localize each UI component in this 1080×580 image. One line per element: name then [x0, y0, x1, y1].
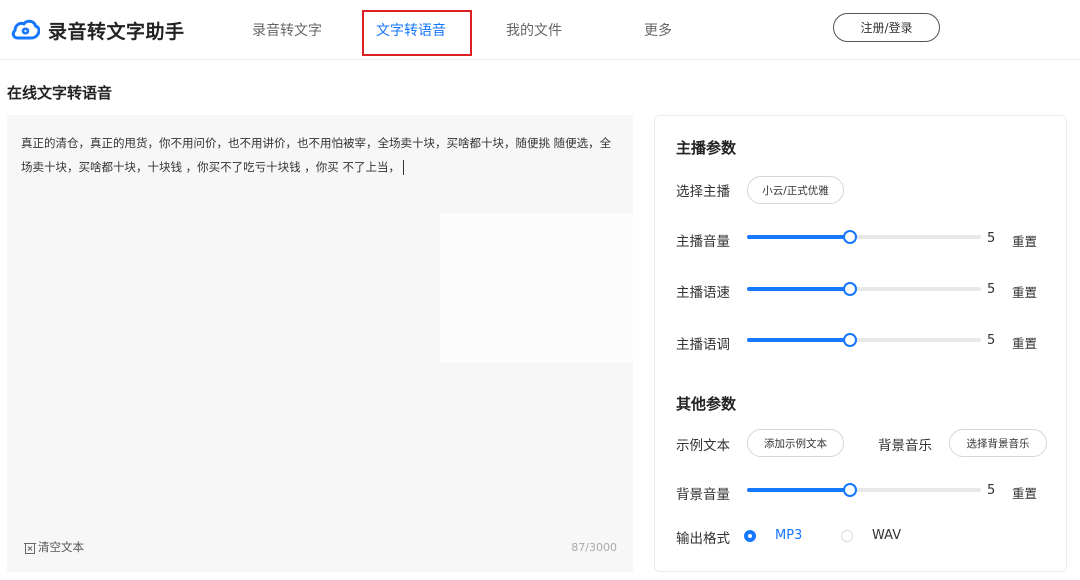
- slider-thumb[interactable]: [842, 483, 857, 497]
- sample-text-label: 示例文本: [676, 438, 730, 454]
- clear-text-button[interactable]: 清空文本: [24, 539, 84, 555]
- character-counter: 87/3000: [571, 541, 617, 554]
- radio-unselected-icon: [841, 529, 853, 542]
- anchor-volume-reset-button[interactable]: 重置: [1012, 231, 1037, 250]
- anchor-pitch-label: 主播语调: [676, 337, 730, 353]
- cloud-logo-icon: [11, 19, 40, 40]
- settings-panel: 主播参数 选择主播 小云/正式优雅 主播音量 5 重置 主播语速 5 重置 主播…: [654, 115, 1067, 572]
- slider-thumb[interactable]: [842, 333, 857, 347]
- format-wav-label: WAV: [872, 528, 902, 543]
- other-params-title: 其他参数: [676, 395, 737, 413]
- add-sample-text-button[interactable]: 添加示例文本: [747, 429, 844, 457]
- slider-thumb[interactable]: [842, 282, 857, 296]
- select-anchor-label: 选择主播: [676, 184, 730, 200]
- slider-fill: [747, 488, 850, 492]
- app-name: 录音转文字助手: [48, 20, 185, 43]
- radio-selected-icon: [744, 529, 756, 542]
- format-radio-wav[interactable]: WAV: [841, 528, 901, 543]
- anchor-pitch-value: 5: [987, 333, 996, 348]
- nav-item-more[interactable]: 更多: [644, 20, 672, 40]
- select-background-music-button[interactable]: 选择背景音乐: [949, 429, 1047, 457]
- editor-content: 真正的清仓，真正的甩货，你不用问价，也不用讲价，也不用怕被宰，全场卖十块，买啥都…: [21, 136, 612, 174]
- page-title: 在线文字转语音: [7, 84, 113, 102]
- format-radio-mp3[interactable]: MP3: [744, 528, 802, 543]
- anchor-pitch-slider[interactable]: [747, 332, 981, 348]
- output-format-label: 输出格式: [676, 531, 730, 547]
- text-input[interactable]: 真正的清仓，真正的甩货，你不用问价，也不用讲价，也不用怕被宰，全场卖十块，买啥都…: [21, 131, 621, 179]
- background-volume-label: 背景音量: [676, 487, 730, 503]
- anchor-params-title: 主播参数: [676, 139, 737, 157]
- select-anchor-button[interactable]: 小云/正式优雅: [747, 176, 844, 204]
- anchor-speed-value: 5: [987, 282, 996, 297]
- anchor-volume-label: 主播音量: [676, 234, 730, 250]
- anchor-volume-slider[interactable]: [747, 229, 981, 245]
- slider-fill: [747, 235, 850, 239]
- editor-shading-patch: [440, 213, 633, 363]
- background-volume-reset-button[interactable]: 重置: [1012, 483, 1037, 502]
- slider-fill: [747, 338, 850, 342]
- anchor-pitch-reset-button[interactable]: 重置: [1012, 333, 1037, 352]
- anchor-volume-value: 5: [987, 231, 996, 246]
- nav-item-my-files[interactable]: 我的文件: [506, 20, 562, 40]
- app-logo[interactable]: 录音转文字助手: [10, 16, 185, 44]
- login-register-button[interactable]: 注册/登录: [833, 13, 940, 42]
- background-volume-slider[interactable]: [747, 482, 981, 498]
- trash-icon: [24, 542, 36, 554]
- text-caret: [402, 160, 404, 175]
- top-header: 录音转文字助手 录音转文字 文字转语音 我的文件 更多 注册/登录: [0, 0, 1080, 60]
- background-music-label: 背景音乐: [878, 438, 932, 454]
- nav-item-text-to-speech[interactable]: 文字转语音: [376, 20, 446, 40]
- clear-text-label: 清空文本: [38, 540, 84, 554]
- anchor-speed-label: 主播语速: [676, 285, 730, 301]
- format-mp3-label: MP3: [775, 528, 803, 543]
- background-volume-value: 5: [987, 483, 996, 498]
- slider-fill: [747, 287, 850, 291]
- slider-thumb[interactable]: [842, 230, 857, 244]
- anchor-speed-slider[interactable]: [747, 281, 981, 297]
- anchor-speed-reset-button[interactable]: 重置: [1012, 282, 1037, 301]
- text-editor-area[interactable]: 真正的清仓，真正的甩货，你不用问价，也不用讲价，也不用怕被宰，全场卖十块，买啥都…: [7, 115, 633, 572]
- nav-item-recording-to-text[interactable]: 录音转文字: [252, 20, 322, 40]
